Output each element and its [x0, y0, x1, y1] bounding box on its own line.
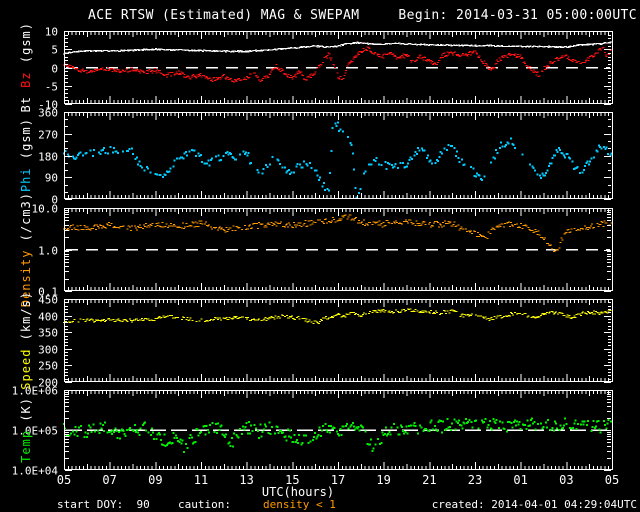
start-doy-label: start DOY: 90 — [57, 498, 150, 511]
x-tick-label-01: 01 — [513, 473, 528, 487]
speed-series-speed — [63, 308, 612, 324]
temp-axis-label-part: (K) — [19, 397, 33, 430]
density-axis-label: Density (/cm3) — [4, 192, 48, 307]
speed-axis-label: Speed (km/s) — [4, 291, 48, 390]
ace-rtsw-plot: ACE RTSW (Estimated) MAG & SWEPAM Begin:… — [0, 0, 640, 512]
x-tick-label-21: 21 — [422, 473, 437, 487]
temp-panel: 1.0E+061.0E+051.0E+04 — [12, 385, 613, 478]
mag-ytick-label: 0 — [51, 63, 58, 76]
footer: start DOY: 90 caution: density < 1 creat… — [0, 498, 640, 512]
speed-panel: 450400350300250200 — [38, 294, 613, 390]
created-timestamp: created: 2014-04-01 04:29:04UTC — [431, 498, 637, 511]
phi-series-phi — [63, 121, 613, 199]
phi-panel: 360270180900 — [38, 107, 613, 207]
temp-axis-label: Temp (K) — [4, 390, 48, 470]
begin-timestamp: Begin: 2014-03-31 05:00:00UTC — [398, 8, 637, 23]
x-tick-label-05: 05 — [56, 473, 72, 487]
x-tick-label-05: 05 — [604, 473, 620, 487]
speed-axis-label-part: Speed — [19, 348, 33, 390]
density-series-density — [63, 214, 613, 253]
x-tick-label-23: 23 — [467, 473, 483, 487]
phi-axis-label-part: Phi — [19, 167, 33, 193]
x-tick-label-09: 09 — [148, 473, 163, 487]
mag-axis-label-part: Bz — [19, 71, 33, 89]
caution-value: density < 1 — [263, 498, 336, 511]
mag-series-bz — [63, 46, 613, 83]
mag-panel: 1050-5-10 — [38, 26, 613, 112]
mag-axis-label-part: Bt — [19, 88, 33, 113]
x-tick-label-13: 13 — [239, 473, 254, 487]
x-tick-label-11: 11 — [193, 473, 209, 487]
mag-axis-label-part: (gsm) — [19, 22, 33, 72]
x-tick-label-19: 19 — [376, 473, 391, 487]
plot-title: ACE RTSW (Estimated) MAG & SWEPAM — [88, 8, 360, 23]
mag-ytick-label: 5 — [51, 44, 58, 57]
phi-axis-label-part: (gsm) — [19, 118, 33, 168]
speed-axis-label-part: (km/s) — [19, 291, 33, 349]
phi-axis-label: Phi (gsm) — [4, 112, 48, 199]
x-axis-title: UTC(hours) — [261, 485, 335, 499]
temp-series-temp — [63, 417, 613, 454]
mag-axis-label: Bt Bz (gsm) — [4, 22, 48, 113]
x-tick-label-07: 07 — [102, 473, 117, 487]
temp-axis-label-part: Temp — [19, 430, 33, 463]
density-axis-label-part: (/cm3) — [19, 191, 33, 250]
mag-series-bt — [63, 41, 613, 55]
x-tick-label-03: 03 — [559, 473, 574, 487]
caution-label: caution: — [178, 498, 231, 511]
density-panel: 10.01.00.1 — [32, 203, 613, 299]
